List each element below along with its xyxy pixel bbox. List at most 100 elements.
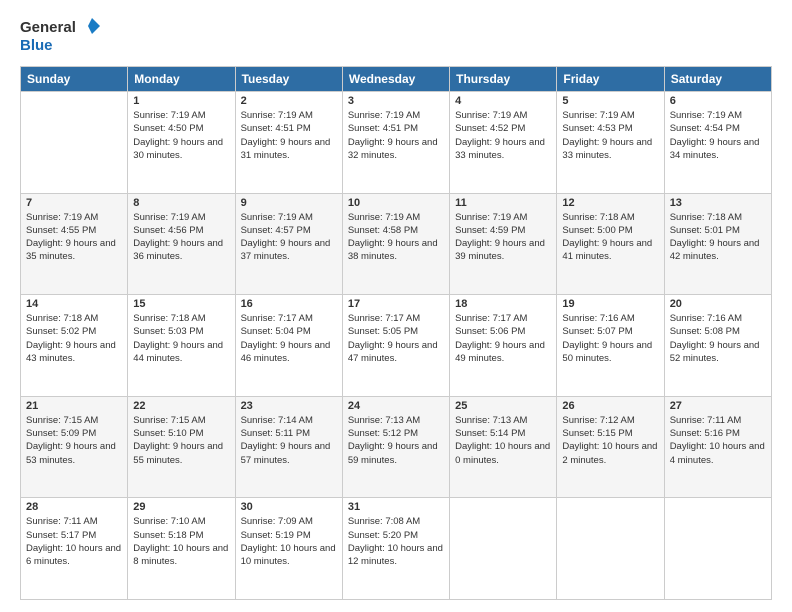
day-info: Sunrise: 7:18 AM Sunset: 5:01 PM Dayligh… <box>670 211 766 264</box>
day-info: Sunrise: 7:15 AM Sunset: 5:10 PM Dayligh… <box>133 414 229 467</box>
calendar-cell: 4Sunrise: 7:19 AM Sunset: 4:52 PM Daylig… <box>450 92 557 194</box>
calendar-cell: 18 Sunrise: 7:17 AM Sunset: 5:06 PM Dayli… <box>450 295 557 397</box>
day-info: Sunrise: 7:19 AM Sunset: 4:50 PM Dayligh… <box>133 109 229 162</box>
calendar-cell: 15 Sunrise: 7:18 AM Sunset: 5:03 PM Dayli… <box>128 295 235 397</box>
day-info: Sunrise: 7:19 AM Sunset: 4:53 PM Dayligh… <box>562 109 658 162</box>
day-number: 29 <box>133 501 229 513</box>
calendar-table: SundayMondayTuesdayWednesdayThursdayFrid… <box>20 66 772 600</box>
day-info: Sunrise: 7:19 AM Sunset: 4:58 PM Dayligh… <box>348 211 444 264</box>
day-info: Sunrise: 7:17 AM Sunset: 5:06 PM Dayligh… <box>455 312 551 365</box>
weekday-header-saturday: Saturday <box>664 67 771 92</box>
calendar-cell: 12Sunrise: 7:18 AM Sunset: 5:00 PM Dayli… <box>557 193 664 295</box>
weekday-header-friday: Friday <box>557 67 664 92</box>
week-row-5: 28 Sunrise: 7:11 AM Sunset: 5:17 PM Dayli… <box>21 498 772 600</box>
day-info: Sunrise: 7:19 AM Sunset: 4:59 PM Dayligh… <box>455 211 551 264</box>
day-info: Sunrise: 7:18 AM Sunset: 5:03 PM Dayligh… <box>133 312 229 365</box>
day-info: Sunrise: 7:13 AM Sunset: 5:14 PM Dayligh… <box>455 414 551 467</box>
header: General Blue <box>20 16 772 56</box>
day-info: Sunrise: 7:17 AM Sunset: 5:05 PM Dayligh… <box>348 312 444 365</box>
calendar-cell <box>557 498 664 600</box>
day-info: Sunrise: 7:18 AM Sunset: 5:00 PM Dayligh… <box>562 211 658 264</box>
day-info: Sunrise: 7:15 AM Sunset: 5:09 PM Dayligh… <box>26 414 122 467</box>
logo-svg: General Blue <box>20 16 100 56</box>
calendar-cell: 16Sunrise: 7:17 AM Sunset: 5:04 PM Dayli… <box>235 295 342 397</box>
calendar-cell <box>21 92 128 194</box>
calendar-cell: 3 Sunrise: 7:19 AM Sunset: 4:51 PM Daylig… <box>342 92 449 194</box>
weekday-header-tuesday: Tuesday <box>235 67 342 92</box>
calendar-cell: 14 Sunrise: 7:18 AM Sunset: 5:02 PM Dayli… <box>21 295 128 397</box>
day-info: Sunrise: 7:08 AM Sunset: 5:20 PM Dayligh… <box>348 515 444 568</box>
day-info: Sunrise: 7:11 AM Sunset: 5:17 PM Dayligh… <box>26 515 122 568</box>
calendar-cell: 24Sunrise: 7:13 AM Sunset: 5:12 PM Dayli… <box>342 396 449 498</box>
calendar-cell: 11Sunrise: 7:19 AM Sunset: 4:59 PM Dayli… <box>450 193 557 295</box>
day-number: 3 <box>348 95 444 107</box>
day-number: 15 <box>133 298 229 310</box>
day-number: 1 <box>133 95 229 107</box>
calendar-cell: 30 Sunrise: 7:09 AM Sunset: 5:19 PM Dayli… <box>235 498 342 600</box>
day-info: Sunrise: 7:14 AM Sunset: 5:11 PM Dayligh… <box>241 414 337 467</box>
calendar-cell: 17 Sunrise: 7:17 AM Sunset: 5:05 PM Dayli… <box>342 295 449 397</box>
calendar-cell: 13 Sunrise: 7:18 AM Sunset: 5:01 PM Dayli… <box>664 193 771 295</box>
day-number: 13 <box>670 197 766 209</box>
day-info: Sunrise: 7:19 AM Sunset: 4:54 PM Dayligh… <box>670 109 766 162</box>
calendar-cell: 21 Sunrise: 7:15 AM Sunset: 5:09 PM Dayli… <box>21 396 128 498</box>
day-info: Sunrise: 7:10 AM Sunset: 5:18 PM Dayligh… <box>133 515 229 568</box>
day-number: 26 <box>562 400 658 412</box>
weekday-header-row: SundayMondayTuesdayWednesdayThursdayFrid… <box>21 67 772 92</box>
weekday-header-monday: Monday <box>128 67 235 92</box>
calendar-cell: 1 Sunrise: 7:19 AM Sunset: 4:50 PM Daylig… <box>128 92 235 194</box>
weekday-header-wednesday: Wednesday <box>342 67 449 92</box>
calendar-cell: 25 Sunrise: 7:13 AM Sunset: 5:14 PM Dayli… <box>450 396 557 498</box>
day-number: 30 <box>241 501 337 513</box>
calendar-cell: 23 Sunrise: 7:14 AM Sunset: 5:11 PM Dayli… <box>235 396 342 498</box>
day-info: Sunrise: 7:11 AM Sunset: 5:16 PM Dayligh… <box>670 414 766 467</box>
day-number: 24 <box>348 400 444 412</box>
svg-text:Blue: Blue <box>20 37 53 54</box>
calendar-cell: 26 Sunrise: 7:12 AM Sunset: 5:15 PM Dayli… <box>557 396 664 498</box>
day-info: Sunrise: 7:19 AM Sunset: 4:51 PM Dayligh… <box>348 109 444 162</box>
day-number: 25 <box>455 400 551 412</box>
calendar-cell: 22 Sunrise: 7:15 AM Sunset: 5:10 PM Dayli… <box>128 396 235 498</box>
day-number: 21 <box>26 400 122 412</box>
week-row-2: 7 Sunrise: 7:19 AM Sunset: 4:55 PM Daylig… <box>21 193 772 295</box>
day-info: Sunrise: 7:09 AM Sunset: 5:19 PM Dayligh… <box>241 515 337 568</box>
calendar-cell: 20 Sunrise: 7:16 AM Sunset: 5:08 PM Dayli… <box>664 295 771 397</box>
calendar-cell: 2Sunrise: 7:19 AM Sunset: 4:51 PM Daylig… <box>235 92 342 194</box>
weekday-header-thursday: Thursday <box>450 67 557 92</box>
day-number: 7 <box>26 197 122 209</box>
calendar-cell <box>664 498 771 600</box>
day-info: Sunrise: 7:16 AM Sunset: 5:07 PM Dayligh… <box>562 312 658 365</box>
calendar-cell: 31Sunrise: 7:08 AM Sunset: 5:20 PM Dayli… <box>342 498 449 600</box>
svg-text:General: General <box>20 19 76 36</box>
day-number: 10 <box>348 197 444 209</box>
calendar-cell: 19 Sunrise: 7:16 AM Sunset: 5:07 PM Dayli… <box>557 295 664 397</box>
calendar-cell: 8 Sunrise: 7:19 AM Sunset: 4:56 PM Daylig… <box>128 193 235 295</box>
day-number: 22 <box>133 400 229 412</box>
day-number: 18 <box>455 298 551 310</box>
day-number: 20 <box>670 298 766 310</box>
day-number: 28 <box>26 501 122 513</box>
page: General Blue SundayMondayTuesdayWednesda… <box>0 0 792 612</box>
day-info: Sunrise: 7:16 AM Sunset: 5:08 PM Dayligh… <box>670 312 766 365</box>
week-row-3: 14 Sunrise: 7:18 AM Sunset: 5:02 PM Dayli… <box>21 295 772 397</box>
day-number: 2 <box>241 95 337 107</box>
calendar-cell: 28 Sunrise: 7:11 AM Sunset: 5:17 PM Dayli… <box>21 498 128 600</box>
day-info: Sunrise: 7:18 AM Sunset: 5:02 PM Dayligh… <box>26 312 122 365</box>
day-number: 19 <box>562 298 658 310</box>
calendar-cell: 5Sunrise: 7:19 AM Sunset: 4:53 PM Daylig… <box>557 92 664 194</box>
calendar-cell: 9Sunrise: 7:19 AM Sunset: 4:57 PM Daylig… <box>235 193 342 295</box>
day-number: 8 <box>133 197 229 209</box>
day-info: Sunrise: 7:12 AM Sunset: 5:15 PM Dayligh… <box>562 414 658 467</box>
weekday-header-sunday: Sunday <box>21 67 128 92</box>
day-number: 14 <box>26 298 122 310</box>
day-info: Sunrise: 7:19 AM Sunset: 4:56 PM Dayligh… <box>133 211 229 264</box>
day-number: 17 <box>348 298 444 310</box>
week-row-1: 1 Sunrise: 7:19 AM Sunset: 4:50 PM Daylig… <box>21 92 772 194</box>
calendar-cell: 6 Sunrise: 7:19 AM Sunset: 4:54 PM Daylig… <box>664 92 771 194</box>
day-number: 23 <box>241 400 337 412</box>
calendar-cell: 7 Sunrise: 7:19 AM Sunset: 4:55 PM Daylig… <box>21 193 128 295</box>
calendar-cell <box>450 498 557 600</box>
day-number: 6 <box>670 95 766 107</box>
day-info: Sunrise: 7:19 AM Sunset: 4:55 PM Dayligh… <box>26 211 122 264</box>
day-info: Sunrise: 7:19 AM Sunset: 4:52 PM Dayligh… <box>455 109 551 162</box>
